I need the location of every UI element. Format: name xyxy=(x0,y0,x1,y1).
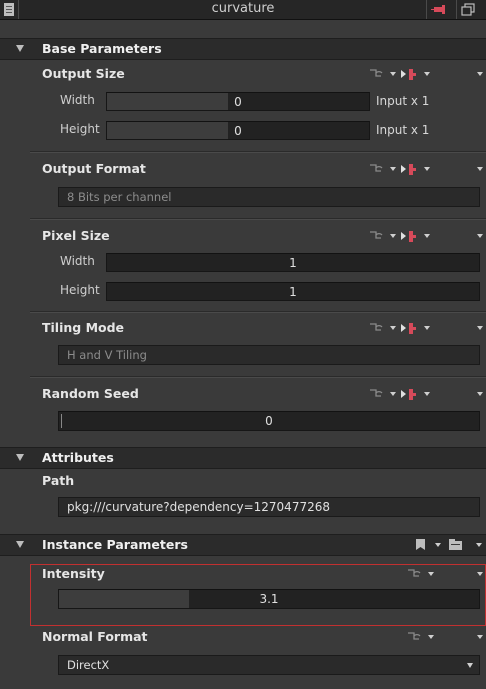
divider xyxy=(30,151,486,153)
output-format-label: Output Format xyxy=(42,161,146,176)
dropdown-arrow-icon xyxy=(424,326,430,330)
dropdown-arrow-icon xyxy=(390,234,396,238)
path-label: Path xyxy=(42,473,75,488)
random-seed-field[interactable]: 0 xyxy=(58,411,480,431)
dropdown-arrow-icon xyxy=(477,326,483,330)
dropdown-arrow-icon xyxy=(477,635,483,639)
dropdown-arrow-icon xyxy=(428,635,434,639)
dropdown-arrow-icon xyxy=(424,167,430,171)
pin-icon[interactable] xyxy=(430,2,452,17)
tiling-mode-label: Tiling Mode xyxy=(42,320,125,335)
expand-triangle-icon[interactable] xyxy=(16,541,24,548)
path-field[interactable]: pkg:///curvature?dependency=1270477268 xyxy=(58,497,480,517)
pixel-width-label: Width xyxy=(60,254,95,268)
dropdown-arrow-icon xyxy=(477,167,483,171)
output-height-suffix: Input x 1 xyxy=(376,123,430,137)
tiling-mode-dropdown[interactable]: H and V Tiling xyxy=(58,345,480,365)
dropdown-arrow-icon xyxy=(424,72,430,76)
pixel-height-field[interactable]: 1 xyxy=(106,282,480,301)
play-flag-icon xyxy=(401,389,416,400)
output-width-label: Width xyxy=(60,93,95,107)
normal-format-value: DirectX xyxy=(67,658,110,672)
output-width-value: 0 xyxy=(234,95,242,109)
expand-triangle-icon[interactable] xyxy=(16,454,24,461)
folder-icon[interactable] xyxy=(448,537,464,555)
section-header-instance-parameters[interactable]: Instance Parameters xyxy=(0,534,486,556)
divider xyxy=(30,218,486,220)
output-height-label: Height xyxy=(60,122,100,136)
panel-title: curvature xyxy=(211,1,275,16)
restore-window-icon[interactable] xyxy=(460,2,476,17)
parameter-tools[interactable] xyxy=(368,162,486,176)
path-value: pkg:///curvature?dependency=1270477268 xyxy=(67,500,330,514)
section-title: Attributes xyxy=(42,450,114,465)
parameter-tools[interactable] xyxy=(368,229,486,243)
dropdown-arrow-icon xyxy=(390,72,396,76)
random-seed-value: 0 xyxy=(265,414,273,428)
dropdown-arrow-icon[interactable] xyxy=(475,538,485,555)
section-title: Instance Parameters xyxy=(42,537,188,552)
output-height-value: 0 xyxy=(234,124,242,138)
function-graph-icon xyxy=(370,231,383,239)
normal-format-label: Normal Format xyxy=(42,629,148,644)
output-format-dropdown[interactable]: 8 Bits per channel xyxy=(58,187,480,207)
dropdown-arrow-icon xyxy=(424,392,430,396)
play-flag-icon xyxy=(401,69,416,80)
panel-title-bar: curvature xyxy=(0,0,486,20)
pixel-width-value: 1 xyxy=(289,256,297,270)
play-flag-icon xyxy=(401,164,416,175)
output-width-field[interactable]: 0 xyxy=(106,92,370,111)
section-header-base-parameters[interactable]: Base Parameters xyxy=(0,38,486,60)
dropdown-arrow-icon xyxy=(390,167,396,171)
parameter-tools[interactable] xyxy=(406,630,486,644)
highlight-box xyxy=(30,564,486,626)
title-separator xyxy=(426,0,427,19)
play-flag-icon xyxy=(401,323,416,334)
normal-format-dropdown[interactable]: DirectX xyxy=(58,655,480,675)
function-graph-icon xyxy=(370,164,383,172)
dropdown-arrow-icon[interactable] xyxy=(434,538,444,555)
dropdown-arrow-icon xyxy=(477,234,483,238)
function-graph-icon xyxy=(370,323,383,331)
dropdown-arrow-icon xyxy=(424,234,430,238)
output-format-value: 8 Bits per channel xyxy=(67,190,172,204)
output-size-label: Output Size xyxy=(42,66,125,81)
bookmark-icon[interactable] xyxy=(414,538,428,555)
output-height-field[interactable]: 0 xyxy=(106,121,370,140)
dropdown-arrow-icon xyxy=(477,392,483,396)
random-seed-label: Random Seed xyxy=(42,386,139,401)
dropdown-arrow-icon xyxy=(477,72,483,76)
pixel-width-field[interactable]: 1 xyxy=(106,253,480,272)
dropdown-arrow-icon xyxy=(390,326,396,330)
function-graph-icon xyxy=(370,389,383,397)
parameter-tools[interactable] xyxy=(368,67,486,81)
function-graph-icon xyxy=(408,632,421,640)
pixel-height-label: Height xyxy=(60,283,100,297)
play-flag-icon xyxy=(401,231,416,242)
output-width-suffix: Input x 1 xyxy=(376,94,430,108)
section-title: Base Parameters xyxy=(42,41,162,56)
divider xyxy=(30,311,486,313)
pixel-size-label: Pixel Size xyxy=(42,228,110,243)
dropdown-arrow-icon xyxy=(390,392,396,396)
divider xyxy=(30,376,486,378)
pixel-height-value: 1 xyxy=(289,285,297,299)
function-graph-icon xyxy=(370,69,383,77)
parameter-tools[interactable] xyxy=(368,387,486,401)
chevron-down-icon[interactable] xyxy=(467,663,473,668)
section-header-attributes[interactable]: Attributes xyxy=(0,447,486,469)
parameter-tools[interactable] xyxy=(368,321,486,335)
expand-triangle-icon[interactable] xyxy=(16,45,24,52)
title-separator xyxy=(456,0,457,19)
tiling-mode-value: H and V Tiling xyxy=(67,348,147,362)
